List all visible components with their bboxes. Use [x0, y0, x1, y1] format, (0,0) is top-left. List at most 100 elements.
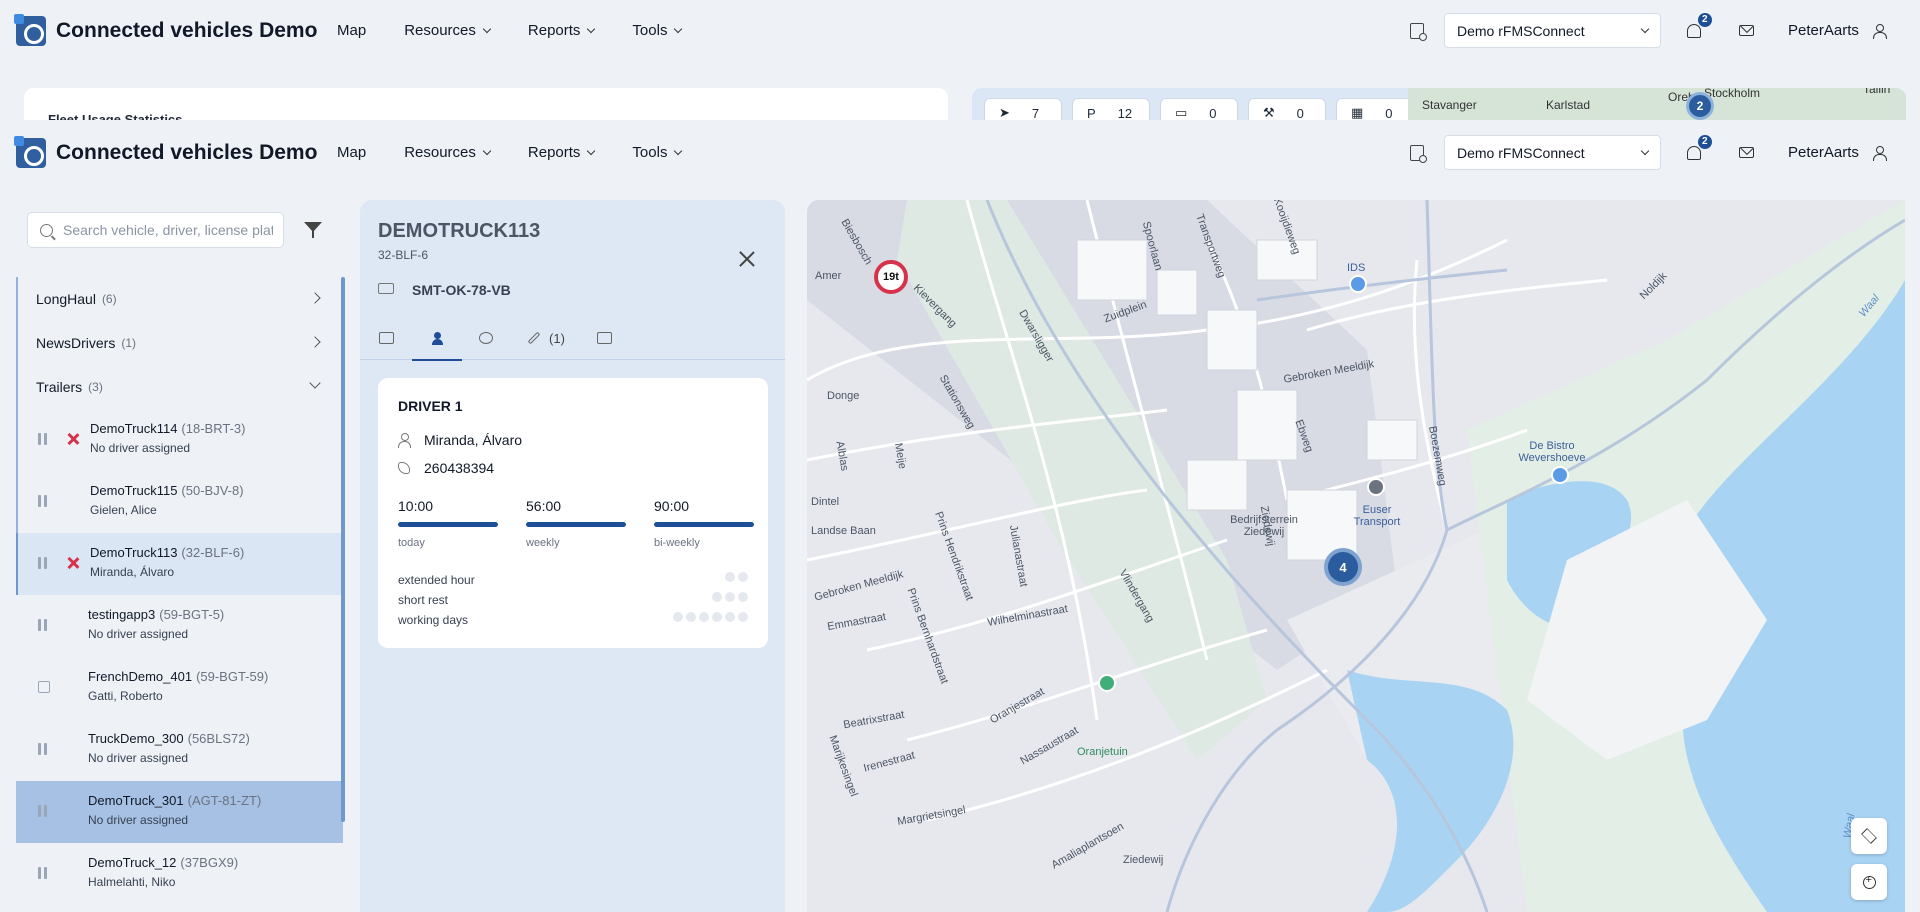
user-icon[interactable] — [1872, 145, 1887, 161]
username[interactable]: PeterAarts — [1788, 22, 1859, 39]
vehicle-row[interactable]: FrenchDemo_401 (59-BGT-59) Gatti, Roberto — [16, 657, 343, 719]
vehicle-detail-panel: DEMOTRUCK113 32-BLF-6 SMT-OK-78-VB (1) D… — [360, 200, 785, 912]
map-view[interactable]: 19t 4 Dwarsligger Transportweg Kooijdiew… — [807, 200, 1905, 912]
bell-icon[interactable]: 2 — [1687, 134, 1712, 160]
report-search-icon[interactable] — [1410, 144, 1427, 163]
account-select[interactable]: Demo rFMSConnect — [1444, 13, 1661, 48]
notification-badge: 2 — [1698, 134, 1712, 149]
paused-status-icon — [38, 805, 50, 817]
stat-calendar[interactable]: ▦ 0 — [1336, 98, 1414, 120]
vehicle-row[interactable]: DemoTruck115 (50-BJV-8) Gielen, Alice — [16, 471, 343, 533]
zoom-in-icon — [1862, 874, 1876, 889]
nav-tools[interactable]: Tools — [632, 22, 683, 39]
stat-moving[interactable]: ➤ 7 — [984, 98, 1062, 120]
trailer-icon — [596, 332, 612, 344]
stat-idle[interactable]: ▭ 0 — [1160, 98, 1238, 120]
app-brand: Connected vehicles Demo — [56, 141, 318, 164]
nav-reports[interactable]: Reports — [528, 144, 596, 161]
chevron-right-icon — [309, 292, 321, 304]
header-tools: Demo rFMSConnect 2 PeterAarts — [1410, 12, 1887, 48]
nav-tools[interactable]: Tools — [632, 144, 683, 161]
vehicle-row[interactable]: testingapp3 (59-BGT-5) No driver assigned — [16, 595, 343, 657]
header-tools: Demo rFMSConnect 2 PeterAarts — [1410, 134, 1887, 170]
tab-vehicle[interactable] — [360, 316, 412, 360]
chevron-down-icon — [674, 146, 683, 155]
park-poi-icon[interactable] — [1098, 674, 1116, 692]
notification-badge: 2 — [1698, 12, 1712, 27]
account-select[interactable]: Demo rFMSConnect — [1444, 135, 1661, 170]
trailer-plate: SMT-OK-78-VB — [412, 282, 511, 298]
tab-route[interactable] — [462, 316, 510, 360]
trailer-icon — [378, 283, 394, 294]
stat-service[interactable]: ⚒ 0 — [1248, 98, 1326, 120]
username[interactable]: PeterAarts — [1788, 144, 1859, 161]
vehicle-row-selected[interactable]: DemoTruck113 (32-BLF-6) Miranda, Álvaro — [16, 533, 343, 595]
group-newsdrivers[interactable]: NewsDrivers (1) — [16, 321, 343, 365]
short-rest-dots — [712, 592, 748, 602]
map-cluster[interactable]: 4 — [1324, 548, 1362, 586]
calendar-icon: ▦ — [1351, 105, 1364, 120]
nav-reports[interactable]: Reports — [528, 22, 596, 39]
service-alert-icon — [66, 556, 80, 570]
chevron-down-icon — [1640, 146, 1650, 155]
map-cluster[interactable]: 2 — [1686, 92, 1714, 120]
weight-limit-sign[interactable]: 19t — [874, 260, 908, 294]
nav-map[interactable]: Map — [337, 144, 366, 161]
zoom-button[interactable] — [1851, 864, 1887, 900]
user-icon[interactable] — [1872, 23, 1887, 39]
driver-card: DRIVER 1 Miranda, Álvaro 260438394 10:00… — [378, 378, 768, 648]
restaurant-poi-icon[interactable] — [1551, 466, 1569, 484]
layers-button[interactable] — [1851, 818, 1887, 854]
chevron-down-icon — [482, 146, 492, 155]
phone-icon — [398, 462, 410, 474]
service-alert-icon — [66, 432, 80, 446]
vehicle-row-hover[interactable]: DemoTruck_301 (AGT-81-ZT) No driver assig… — [16, 781, 343, 843]
nav-resources[interactable]: Resources — [404, 22, 492, 39]
mail-icon[interactable] — [1739, 25, 1754, 36]
hours-bar — [398, 522, 498, 527]
vehicle-row[interactable]: DemoTruck_12 (37BGX9) Halmelahti, Niko — [16, 843, 343, 905]
person-icon — [398, 433, 411, 448]
transport-poi-icon[interactable] — [1367, 478, 1385, 496]
background-topbar: Connected vehicles Demo Map Resources Re… — [0, 0, 1920, 62]
search-input[interactable] — [63, 222, 273, 238]
tab-driver[interactable] — [412, 316, 462, 361]
mail-icon[interactable] — [1739, 147, 1754, 158]
filter-icon[interactable] — [304, 222, 322, 238]
background-dashboard: Fleet Usage Statistics ➤ 7 P 12 ▭ 0 ⚒ 0 ▦ 0 S… — [0, 62, 1920, 120]
paused-status-icon — [38, 743, 50, 755]
vehicle-row[interactable]: DemoTruck114 (18-BRT-3) No driver assigne… — [16, 409, 343, 471]
tab-service[interactable]: (1) — [510, 316, 582, 360]
report-search-icon[interactable] — [1410, 22, 1427, 41]
bell-icon[interactable]: 2 — [1687, 12, 1712, 38]
group-trailers[interactable]: Trailers (3) — [16, 365, 343, 409]
paused-status-icon — [38, 495, 50, 507]
chevron-down-icon — [587, 24, 596, 33]
person-icon — [431, 331, 443, 345]
vehicle-list: LongHaul (6) NewsDrivers (1) Trailers (3) D… — [16, 277, 343, 912]
wrench-icon: ⚒ — [1263, 105, 1275, 120]
tab-trailer[interactable] — [582, 316, 626, 360]
stopped-status-icon — [38, 681, 50, 693]
fuel-poi-icon[interactable] — [1349, 275, 1367, 293]
nav-map[interactable]: Map — [337, 22, 366, 39]
paused-status-icon — [38, 433, 50, 445]
list-scrollbar[interactable] — [341, 277, 345, 822]
search-box — [27, 212, 284, 248]
route-icon — [479, 332, 493, 344]
topbar: Connected vehicles Demo Map Resources Re… — [0, 122, 1920, 184]
driver-card-title: DRIVER 1 — [398, 398, 463, 414]
stat-parked[interactable]: P 12 — [1072, 98, 1150, 120]
hours-biweekly: 90:00 bi-weekly — [654, 498, 754, 549]
overview-map[interactable]: Stavanger Karlstad Orebro Stockholm Tall… — [1408, 88, 1906, 120]
nav-resources[interactable]: Resources — [404, 144, 492, 161]
group-longhaul[interactable]: LongHaul (6) — [16, 277, 343, 321]
driver-phone: 260438394 — [424, 460, 495, 476]
close-icon[interactable] — [738, 250, 756, 268]
vehicle-title: DEMOTRUCK113 — [378, 220, 541, 242]
vehicle-row[interactable]: TruckDemo_300 (56BLS72) No driver assigne… — [16, 719, 343, 781]
search-icon — [40, 223, 53, 237]
paused-status-icon — [38, 619, 50, 631]
driver-phone-line: 260438394 — [398, 460, 494, 476]
fleet-usage-card: Fleet Usage Statistics — [24, 88, 948, 120]
